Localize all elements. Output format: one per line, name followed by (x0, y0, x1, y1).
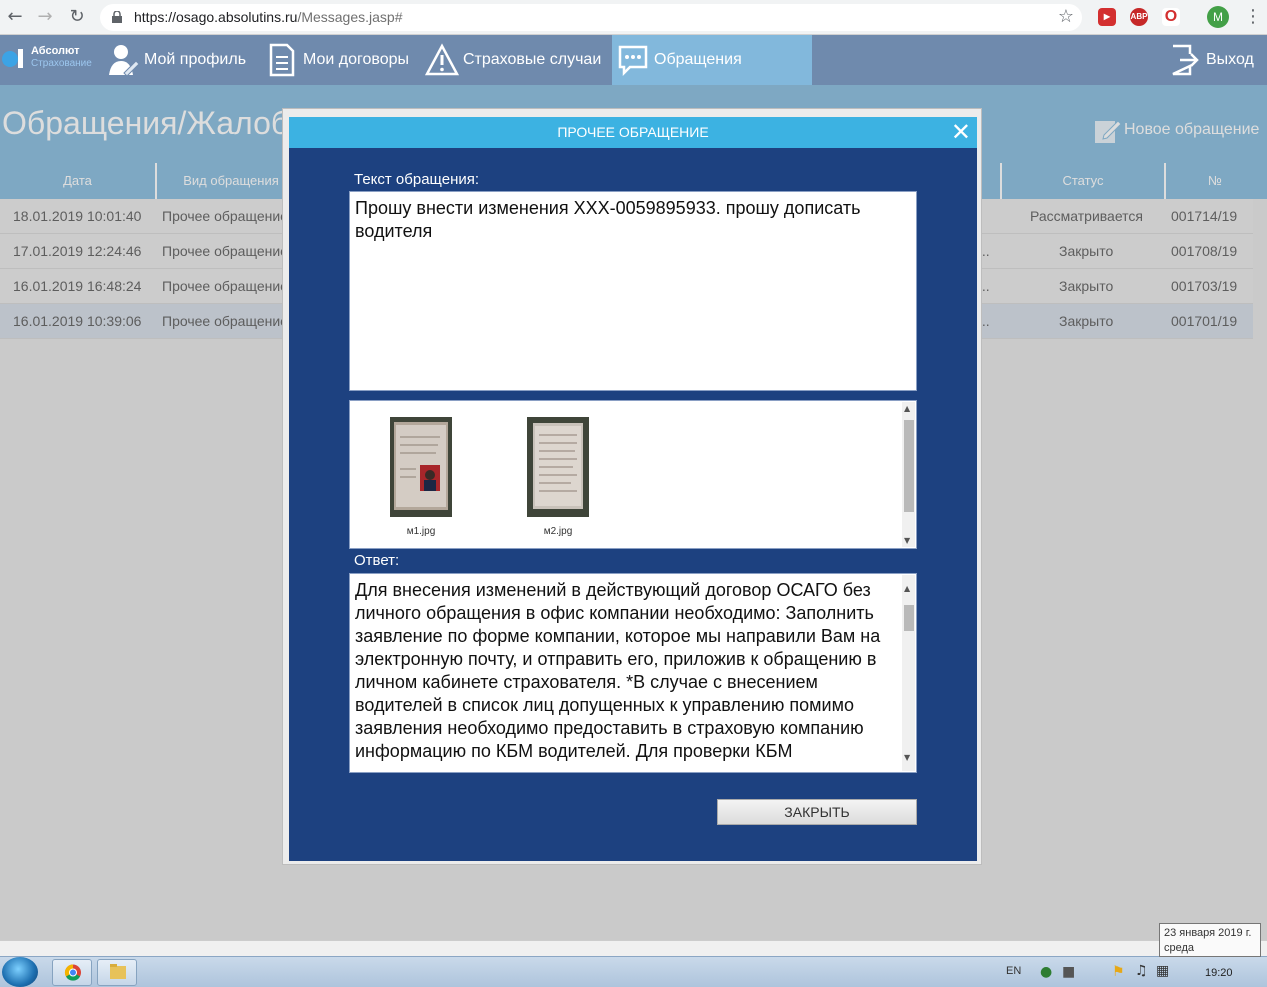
appeal-text-label: Текст обращения: (354, 171, 480, 188)
document-icon (265, 43, 299, 77)
modal-title: ПРОЧЕЕ ОБРАЩЕНИЕ (557, 124, 709, 140)
scroll-up-icon[interactable]: ▲ (904, 404, 910, 413)
taskbar: EN ● ■ ⚑ ♫ ▦ 19:20 (0, 956, 1267, 987)
profile-avatar[interactable]: M (1207, 6, 1229, 28)
url-text: https://osago.absolutins.ru/Messages.jas… (134, 9, 403, 25)
attachments-panel: м1.jpg м2.jpg ▲ ▼ (349, 400, 917, 549)
date-tooltip: 23 января 2019 г. среда (1159, 923, 1261, 957)
answer-text: Для внесения изменений в действующий дог… (355, 580, 881, 761)
adblock-icon[interactable]: ABP (1130, 8, 1148, 26)
logout-label: Выход (1206, 51, 1254, 68)
logo-mark-icon (2, 49, 23, 68)
nav-label: Мои договоры (303, 51, 410, 68)
scrollbar-thumb[interactable] (904, 420, 914, 512)
nav-appeals[interactable]: Обращения (612, 35, 812, 85)
browser-toolbar: ← → ↻ https://osago.absolutins.ru/Messag… (0, 0, 1267, 35)
answer-label: Ответ: (354, 552, 400, 569)
language-indicator[interactable]: EN (1006, 965, 1021, 977)
logout-icon (1168, 43, 1202, 77)
nav-label: Мой профиль (144, 51, 247, 68)
close-icon[interactable]: ✕ (951, 118, 971, 146)
tooltip-date: 23 января 2019 г. (1164, 927, 1252, 939)
scroll-down-icon[interactable]: ▼ (904, 536, 910, 545)
lock-icon (112, 11, 122, 23)
nav-label: Страховые случаи (463, 51, 602, 68)
opera-icon[interactable]: O (1162, 8, 1180, 26)
volume-icon[interactable]: ♫ (1135, 963, 1148, 979)
tray-flag-icon[interactable]: ⚑ (1112, 964, 1125, 980)
user-icon (106, 43, 140, 77)
attachment-thumbnail[interactable] (390, 417, 452, 517)
app-navigation: Абсолют Страхование Мой профиль Мои дого… (0, 35, 1267, 85)
network-icon[interactable]: ▦ (1156, 963, 1169, 979)
attachment-name: м2.jpg (543, 526, 573, 537)
clock[interactable]: 19:20 (1205, 967, 1233, 979)
brand-name: Абсолют (31, 45, 80, 57)
attachment-thumbnail[interactable] (527, 417, 589, 517)
nav-my-profile[interactable]: Мой профиль (106, 35, 246, 85)
modal-header: ПРОЧЕЕ ОБРАЩЕНИЕ ✕ (289, 117, 977, 148)
attachments-scrollbar[interactable]: ▲ ▼ (902, 402, 915, 547)
reload-icon[interactable]: ↻ (66, 6, 88, 28)
tooltip-day: среда (1164, 942, 1195, 954)
logout-button[interactable]: Выход (1168, 35, 1254, 85)
address-bar[interactable]: https://osago.absolutins.ru/Messages.jas… (100, 4, 1082, 31)
folder-icon (110, 964, 126, 979)
scroll-up-icon[interactable]: ▲ (904, 577, 910, 600)
start-button[interactable] (2, 957, 38, 987)
tray-app-icon[interactable]: ● (1040, 964, 1052, 980)
nav-label: Обращения (654, 51, 742, 68)
chrome-icon (64, 964, 81, 981)
menu-icon[interactable]: ⋮ (1244, 6, 1262, 27)
logo[interactable]: Абсолют Страхование (0, 41, 100, 77)
appeal-text-field[interactable]: Прошу внести изменения ХХХ-0059895933. п… (349, 191, 917, 391)
answer-scrollbar[interactable]: ▲ ▼ (902, 575, 915, 771)
bookmark-star-icon[interactable]: ☆ (1058, 6, 1074, 27)
attachment-name: м1.jpg (406, 526, 436, 537)
appeal-modal: ПРОЧЕЕ ОБРАЩЕНИЕ ✕ Текст обращения: Прош… (289, 117, 977, 861)
scroll-down-icon[interactable]: ▼ (904, 746, 910, 769)
nav-insurance-cases[interactable]: Страховые случаи (425, 35, 601, 85)
scrollbar-thumb[interactable] (904, 605, 914, 631)
explorer-taskbar-button[interactable] (97, 959, 137, 986)
tray-box-icon[interactable]: ■ (1062, 964, 1075, 980)
chrome-taskbar-button[interactable] (52, 959, 92, 986)
extension-red-icon[interactable]: ▶ (1098, 8, 1116, 26)
back-icon[interactable]: ← (4, 6, 26, 28)
forward-icon[interactable]: → (34, 6, 56, 28)
nav-my-contracts[interactable]: Мои договоры (265, 35, 409, 85)
warning-icon (425, 43, 459, 77)
close-button[interactable]: ЗАКРЫТЬ (717, 799, 917, 825)
answer-field[interactable]: Для внесения изменений в действующий дог… (349, 573, 917, 773)
modal-frame: ПРОЧЕЕ ОБРАЩЕНИЕ ✕ Текст обращения: Прош… (282, 108, 982, 865)
chat-icon (616, 43, 650, 77)
brand-sub: Страхование (31, 58, 92, 69)
